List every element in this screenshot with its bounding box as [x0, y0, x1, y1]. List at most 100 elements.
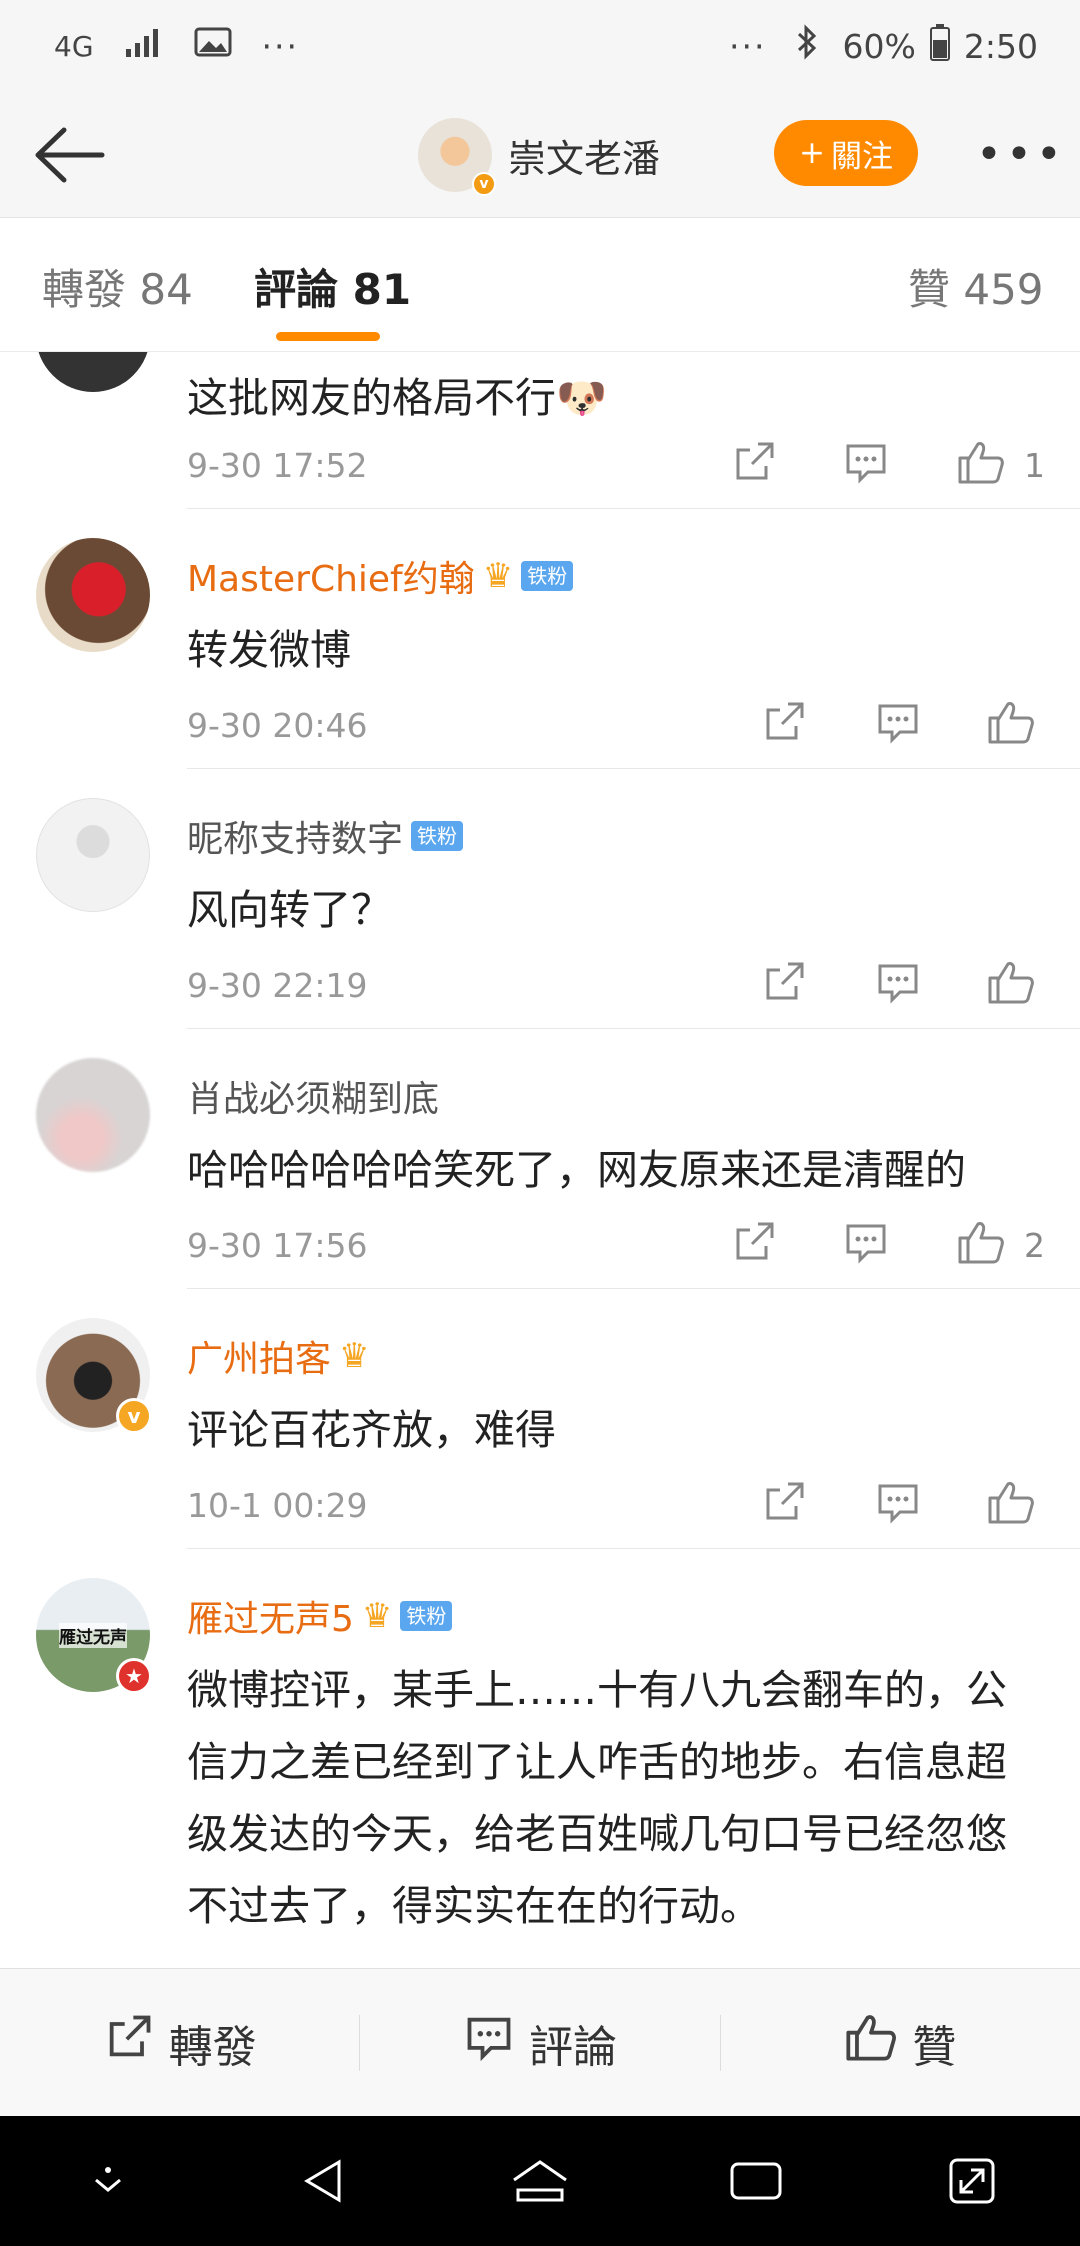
commenter-name[interactable]: MasterChief约翰 ♛ 铁粉	[187, 550, 574, 602]
comment-divider	[187, 1028, 1080, 1029]
comment-actions: 2	[730, 1218, 1060, 1278]
tab-likes[interactable]: 贊 459	[908, 256, 1044, 317]
comment-date: 9-30 20:46	[187, 706, 368, 745]
like-icon[interactable]	[986, 958, 1036, 1010]
crown-icon: ♛	[361, 1596, 393, 1636]
battery-icon	[929, 23, 950, 69]
comment-date: 10-1 00:29	[187, 1486, 368, 1525]
comment-actions	[760, 1478, 1060, 1538]
comment-icon	[463, 2011, 515, 2074]
fan-badge: 铁粉	[411, 821, 464, 851]
home-nav-button[interactable]	[495, 2141, 585, 2221]
commenter-name-text: MasterChief约翰	[187, 559, 475, 600]
app-header: v 崇文老潘 + 關注 •••	[0, 92, 1080, 218]
back-button[interactable]	[30, 120, 110, 190]
commenter-avatar[interactable]	[36, 538, 150, 652]
commenter-name[interactable]: 昵称支持数字 铁粉	[187, 810, 464, 862]
comment-text: 微博控评，某手上……十有八九会翻车的，公信力之差已经到了让人咋舌的地步。右信息超…	[187, 1666, 1007, 1930]
crown-icon: ♛	[482, 556, 514, 596]
bottom-action-bar: 轉發 評論 贊	[0, 1968, 1080, 2116]
expand-nav-button[interactable]	[927, 2141, 1017, 2221]
comment-actions	[760, 698, 1060, 758]
signal-icon	[124, 25, 164, 67]
comment-item: MasterChief约翰 ♛ 铁粉 转发微博 9-30 20:46	[0, 510, 1080, 770]
comment-item: 雁过无声 ★ 雁过无声5 ♛ 铁粉 微博控评，某手上……十有八九会翻车的，公信力…	[0, 1550, 1080, 1968]
avatar-caption: 雁过无声	[59, 1622, 127, 1648]
author-name[interactable]: 崇文老潘	[508, 128, 660, 183]
commenter-name-text: 肖战必须糊到底	[187, 1079, 440, 1120]
like-button[interactable]: 贊	[721, 1969, 1080, 2116]
comment-text: 评论百花齐放，难得	[187, 1406, 556, 1454]
commenter-name[interactable]: 雁过无声5 ♛ 铁粉	[187, 1590, 453, 1642]
status-bar: 4G ··· ··· 60% 2:50	[0, 0, 1080, 92]
tab-reposts[interactable]: 轉發 84	[42, 256, 193, 317]
active-tab-indicator	[276, 332, 380, 341]
comment-icon[interactable]	[874, 698, 922, 750]
verified-icon: v	[116, 1398, 152, 1434]
system-nav-bar	[0, 2116, 1080, 2246]
comment-item: 昵称支持数字 铁粉 风向转了？ 9-30 22:19	[0, 770, 1080, 1030]
plus-icon: +	[799, 135, 825, 171]
repost-icon[interactable]	[760, 698, 808, 750]
like-icon	[844, 2011, 898, 2074]
repost-button[interactable]: 轉發	[0, 1969, 359, 2116]
commenter-avatar[interactable]	[36, 1058, 150, 1172]
verified-icon: v	[472, 172, 496, 196]
repost-icon	[103, 2011, 155, 2074]
comment-divider	[187, 1288, 1080, 1289]
network-indicator: 4G	[54, 29, 94, 63]
comment-icon[interactable]	[842, 1218, 890, 1270]
comment-date: 9-30 22:19	[187, 966, 368, 1005]
like-icon[interactable]	[986, 698, 1036, 750]
author-avatar[interactable]: v	[418, 118, 496, 196]
comment-item: 这批网友的格局不行🐶 9-30 17:52 1	[0, 352, 1080, 510]
bluetooth-icon	[795, 24, 819, 68]
follow-button[interactable]: + 關注	[774, 120, 918, 186]
like-icon[interactable]	[986, 1478, 1036, 1530]
commenter-name-text: 广州拍客	[187, 1339, 332, 1380]
status-dots-right: ···	[729, 26, 767, 66]
recents-nav-button[interactable]	[711, 2141, 801, 2221]
like-count: 1	[1024, 446, 1045, 485]
comment-icon[interactable]	[874, 1478, 922, 1530]
comment-text: 转发微博	[187, 626, 351, 674]
comment-text: 这批网友的格局不行🐶	[187, 374, 608, 422]
crown-icon: ♛	[339, 1336, 370, 1376]
repost-icon[interactable]	[730, 438, 778, 490]
like-count: 2	[1024, 1226, 1045, 1265]
more-options-button[interactable]: •••	[976, 130, 1062, 180]
clock: 2:50	[963, 26, 1038, 66]
commenter-avatar[interactable]: v	[36, 1318, 152, 1434]
tab-comments[interactable]: 評論 81	[254, 256, 411, 317]
comment-actions	[760, 958, 1060, 1018]
battery-percent: 60%	[842, 26, 916, 66]
hide-nav-button[interactable]	[63, 2141, 153, 2221]
fan-badge: 铁粉	[521, 561, 574, 591]
comment-button[interactable]: 評論	[360, 1969, 719, 2116]
comment-list[interactable]: 这批网友的格局不行🐶 9-30 17:52 1 MasterChief约翰 ♛ …	[0, 352, 1080, 1968]
comment-actions: 1	[730, 438, 1060, 498]
comment-text: 哈哈哈哈哈哈笑死了，网友原来还是清醒的	[187, 1146, 966, 1194]
repost-icon[interactable]	[730, 1218, 778, 1270]
repost-icon[interactable]	[760, 958, 808, 1010]
comment-item: 肖战必须糊到底 哈哈哈哈哈哈笑死了，网友原来还是清醒的 9-30 17:56 2	[0, 1030, 1080, 1290]
commenter-avatar[interactable]	[36, 352, 150, 392]
like-icon[interactable]	[956, 1218, 1006, 1270]
follow-label: 關注	[830, 138, 893, 175]
comment-divider	[187, 768, 1080, 769]
repost-icon[interactable]	[760, 1478, 808, 1530]
commenter-name-text: 雁过无声5	[187, 1599, 354, 1640]
comment-icon[interactable]	[874, 958, 922, 1010]
commenter-avatar[interactable]: 雁过无声 ★	[36, 1578, 152, 1694]
profile-header[interactable]: v 崇文老潘	[418, 118, 660, 196]
commenter-name[interactable]: 广州拍客 ♛	[187, 1330, 370, 1382]
comment-label: 評論	[528, 2021, 617, 2073]
back-nav-button[interactable]	[279, 2141, 369, 2221]
comment-icon[interactable]	[842, 438, 890, 490]
commenter-avatar[interactable]	[36, 798, 150, 912]
repost-label: 轉發	[168, 2021, 257, 2073]
commenter-name[interactable]: 肖战必须糊到底	[187, 1070, 439, 1122]
comment-date: 9-30 17:56	[187, 1226, 368, 1265]
comment-item: v 广州拍客 ♛ 评论百花齐放，难得 10-1 00:29	[0, 1290, 1080, 1550]
like-icon[interactable]	[956, 438, 1006, 490]
